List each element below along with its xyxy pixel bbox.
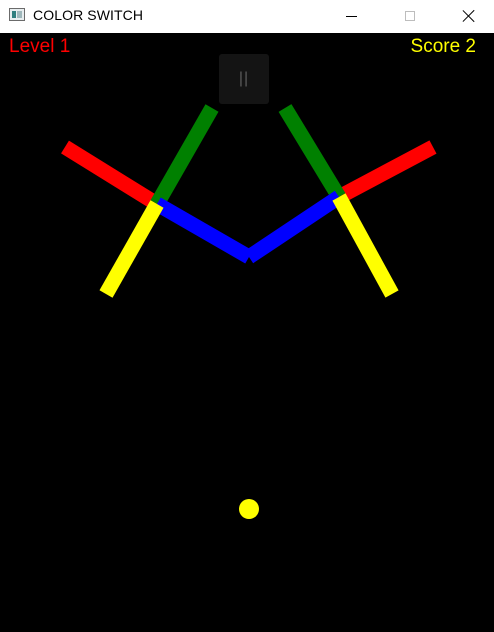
- obstacle-blue-arm-left: [153, 197, 253, 264]
- pause-button[interactable]: ||: [219, 54, 269, 104]
- game-scene: [61, 104, 437, 519]
- game-canvas[interactable]: Level 1 Score 2 ||: [0, 33, 494, 632]
- maximize-button[interactable]: [387, 0, 433, 32]
- obstacle-green-arm-right: [278, 104, 346, 201]
- player-ball: [239, 499, 259, 519]
- obstacle-blue-arm-right: [244, 190, 344, 264]
- minimize-icon: [345, 15, 357, 17]
- close-button[interactable]: [446, 0, 492, 32]
- obstacle-red-arm-left: [61, 140, 161, 211]
- obstacle-red-arm-right: [335, 140, 437, 204]
- score-label: Score 2: [410, 36, 476, 57]
- maximize-icon: [405, 11, 415, 21]
- app-icon: [9, 8, 25, 21]
- obstacle-green-arm-left: [150, 104, 219, 208]
- window-title: COLOR SWITCH: [33, 7, 144, 23]
- level-label: Level 1: [9, 36, 71, 57]
- close-icon: [462, 9, 476, 23]
- minimize-button[interactable]: [328, 0, 374, 32]
- pause-icon: ||: [238, 70, 250, 87]
- title-bar: COLOR SWITCH: [0, 0, 494, 34]
- obstacle-yellow-arm-right: [332, 193, 399, 298]
- obstacle-yellow-arm-left: [99, 200, 164, 298]
